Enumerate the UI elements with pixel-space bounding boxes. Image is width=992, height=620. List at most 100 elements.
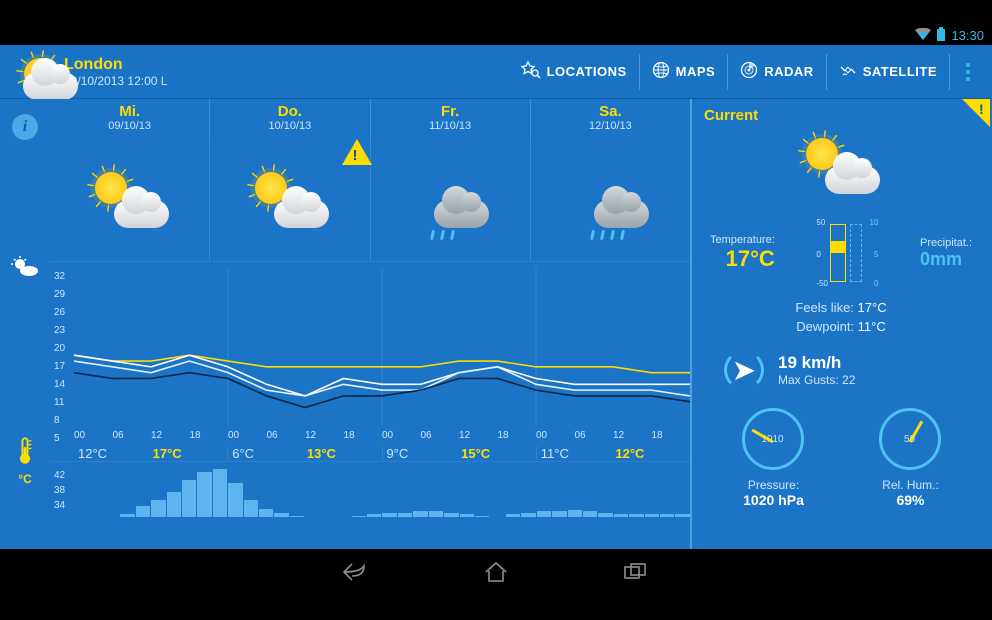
day-header[interactable]: Sa.12/10/13 [531, 99, 690, 141]
precip-bar [568, 510, 582, 517]
precip-bar [197, 472, 211, 517]
hour-labels: 00061218 [74, 430, 228, 441]
humidity-value: 69% [882, 492, 939, 508]
globe-icon [652, 61, 670, 82]
overflow-menu-icon[interactable] [958, 55, 978, 89]
app-header: London 09/10/2013 12:00 L LOCATIONS MAPS… [0, 45, 992, 99]
nav-label: SATELLITE [863, 64, 937, 79]
day-header[interactable]: Fr.11/10/13 [371, 99, 531, 141]
pressure-dial: 1010 [742, 408, 804, 470]
temp-max: 15°C [461, 446, 536, 461]
nav-locations[interactable]: LOCATIONS [509, 54, 640, 90]
sun-cloud-small-icon [11, 256, 39, 283]
nav-maps[interactable]: MAPS [640, 54, 729, 90]
precip-bar [629, 514, 643, 517]
day-name: Sa. [531, 103, 690, 120]
forecast-icon-cell [50, 141, 210, 261]
current-panel: Current Temperature: 17°C 50 0 -50 [690, 99, 990, 549]
android-nav-bar [0, 549, 992, 595]
precip-bar [382, 513, 396, 517]
precip-bar [228, 483, 242, 517]
humidity-dial: 50 [879, 408, 941, 470]
day-header[interactable]: Mi.09/10/13 [50, 99, 210, 141]
precip-value: 0mm [920, 249, 972, 270]
wind-speed: 19 km/h [778, 353, 855, 373]
precip-bar [552, 511, 566, 517]
forecast-panel: Mi.09/10/13Do.10/10/13Fr.11/10/13Sa.12/1… [50, 99, 690, 549]
nav-label: RADAR [764, 64, 813, 79]
forecast-icon-cell [210, 141, 370, 261]
hour-labels: 00061218 [228, 430, 382, 441]
precip-bar [182, 480, 196, 517]
precip-bar [537, 511, 551, 517]
temp-max: 12°C [615, 446, 690, 461]
precip-bar [259, 509, 273, 517]
precip-bar [429, 511, 443, 517]
hour-labels: 00061218 [536, 430, 690, 441]
current-weather-icon [704, 124, 978, 218]
temp-gauge: 50 0 -50 [816, 218, 846, 288]
day-date: 10/10/13 [210, 120, 369, 132]
wind-direction-icon: ➤ [724, 350, 764, 390]
pressure-value: 1020 hPa [743, 492, 804, 508]
status-bar: 13:30 [0, 25, 992, 45]
precip-bar [598, 513, 612, 517]
day-date: 11/10/13 [371, 120, 530, 132]
alert-corner-icon[interactable] [962, 99, 990, 127]
precip-bar [614, 514, 628, 517]
pressure-label: Pressure: [743, 478, 804, 492]
precip-bar [290, 516, 304, 517]
battery-icon [937, 27, 945, 44]
satellite-icon [839, 61, 857, 82]
day-header[interactable]: Do.10/10/13 [210, 99, 370, 141]
home-button[interactable] [476, 557, 516, 587]
minmax-cell: 9°C15°C [383, 446, 537, 461]
temp-max: 13°C [307, 446, 382, 461]
nav-satellite[interactable]: SATELLITE [827, 54, 950, 90]
precip-bar [475, 516, 489, 517]
conditions-button[interactable] [9, 253, 41, 285]
gusts-value: 22 [842, 373, 855, 387]
feels-like-label: Feels like: [795, 300, 854, 315]
precip-bar [151, 500, 165, 517]
precip-bar [167, 492, 181, 517]
precip-bar [413, 511, 427, 517]
precip-bar [213, 469, 227, 517]
temp-min: 12°C [78, 446, 153, 461]
letterbox-bottom [0, 595, 992, 620]
precip-label: Precipitat.: [920, 237, 972, 249]
nav-label: LOCATIONS [547, 64, 627, 79]
day-date: 12/10/13 [531, 120, 690, 132]
hour-labels: 00061218 [382, 430, 536, 441]
precip-bar [274, 513, 288, 517]
precip-bar [120, 514, 134, 517]
radar-icon [740, 61, 758, 82]
gusts-label: Max Gusts: [778, 373, 839, 387]
left-rail: i °C [0, 99, 50, 549]
minmax-cell: 11°C12°C [537, 446, 690, 461]
precip-bar [460, 514, 474, 517]
forecast-icon-cell [531, 141, 690, 261]
temp-unit-label: °C [18, 472, 31, 486]
minmax-cell: 6°C13°C [228, 446, 382, 461]
precip-bar [506, 514, 520, 517]
day-name: Mi. [50, 103, 209, 120]
precip-bar [352, 516, 366, 517]
back-button[interactable] [336, 557, 376, 587]
precip-bar [675, 514, 689, 517]
precip-bar [660, 514, 674, 517]
alert-icon [342, 139, 372, 165]
precip-bar [244, 500, 258, 517]
day-name: Fr. [371, 103, 530, 120]
temp-min: 11°C [541, 446, 616, 461]
info-button[interactable]: i [9, 111, 41, 143]
dewpoint-label: Dewpoint: [796, 319, 854, 334]
precip-bar [136, 506, 150, 517]
temperature-button[interactable]: °C [9, 445, 41, 477]
feels-like-value: 17°C [858, 300, 887, 315]
precip-bar [645, 514, 659, 517]
nav-radar[interactable]: RADAR [728, 54, 826, 90]
current-title: Current [704, 107, 978, 124]
recent-apps-button[interactable] [616, 557, 656, 587]
info-icon: i [12, 114, 38, 140]
